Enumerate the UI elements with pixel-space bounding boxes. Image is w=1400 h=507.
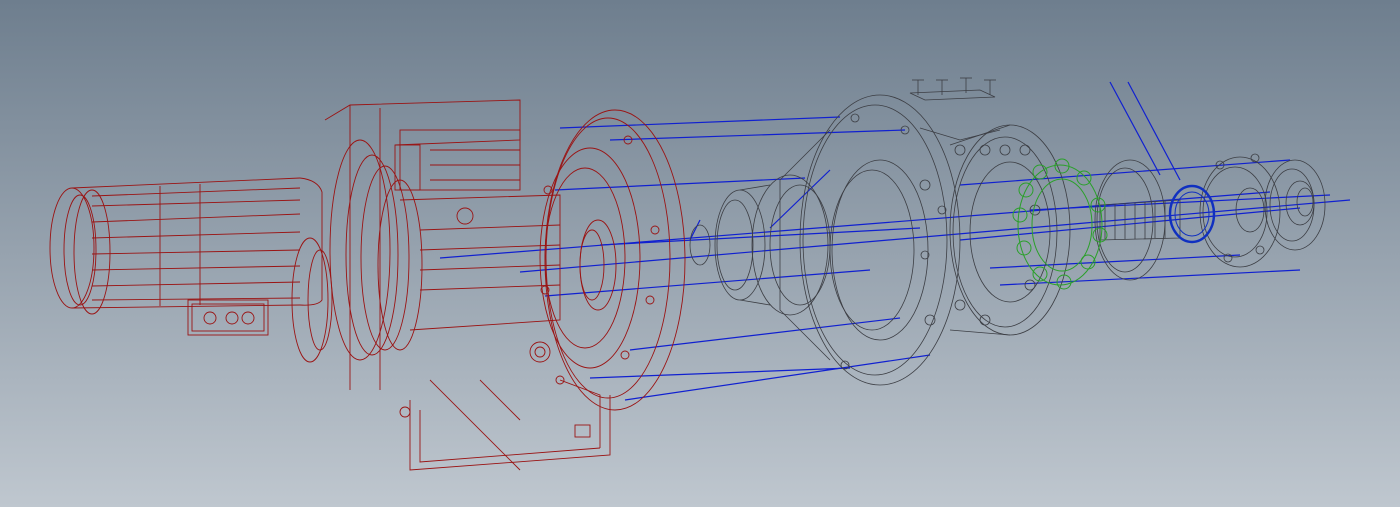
cad-viewport[interactable]: [0, 0, 1400, 507]
exploded-assembly-drawing[interactable]: [0, 0, 1400, 507]
viewport-background: [0, 0, 1400, 507]
